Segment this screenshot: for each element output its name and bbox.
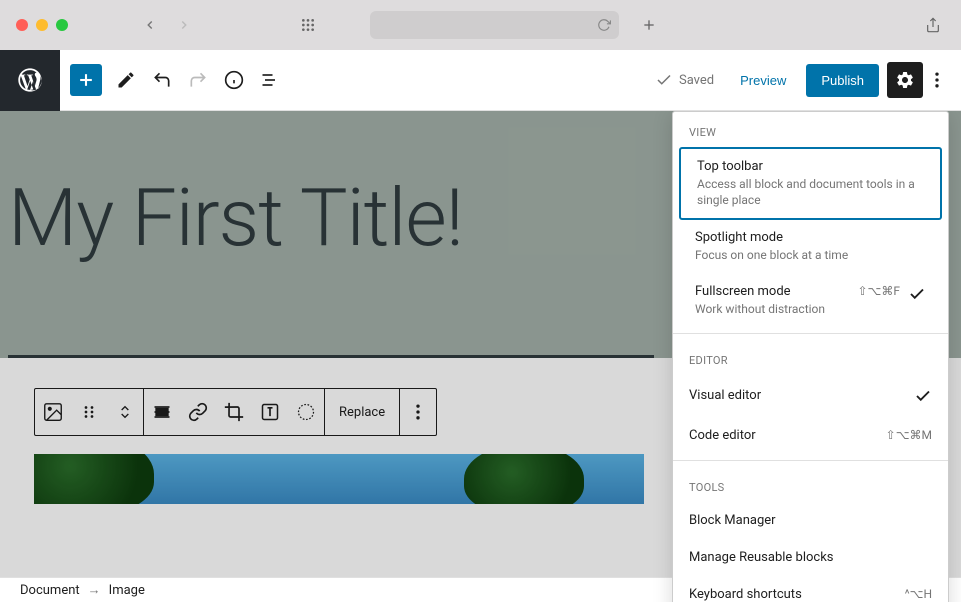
- menu-item-title: Fullscreen mode: [695, 284, 849, 299]
- browser-back-button[interactable]: [138, 13, 162, 37]
- block-type-icon[interactable]: [35, 389, 71, 435]
- move-up-down-icon[interactable]: [107, 389, 143, 435]
- saved-label: Saved: [679, 73, 714, 88]
- menu-item-fullscreen-mode[interactable]: Fullscreen mode Work without distraction…: [679, 274, 942, 327]
- menu-item-keyboard-shortcuts[interactable]: Keyboard shortcuts ^⌥H: [673, 576, 948, 602]
- editor-section-label: EDITOR: [673, 340, 948, 375]
- share-button[interactable]: [921, 13, 945, 37]
- menu-item-block-manager[interactable]: Block Manager: [673, 502, 948, 539]
- breadcrumb-current[interactable]: Image: [109, 583, 145, 598]
- menu-item-desc: Work without distraction: [695, 301, 849, 317]
- menu-item-visual-editor[interactable]: Visual editor: [673, 375, 948, 417]
- image-block[interactable]: [34, 454, 644, 504]
- block-more-button[interactable]: [400, 389, 436, 435]
- browser-forward-button[interactable]: [172, 13, 196, 37]
- new-tab-button[interactable]: [637, 13, 661, 37]
- more-options-button[interactable]: [923, 62, 951, 98]
- block-toolbar: Replace: [34, 388, 437, 436]
- view-section-label: VIEW: [673, 112, 948, 147]
- url-bar[interactable]: [370, 11, 619, 39]
- menu-item-code-editor[interactable]: Code editor ⇧⌥⌘M: [673, 417, 948, 454]
- replace-button[interactable]: Replace: [325, 389, 399, 435]
- add-block-button[interactable]: [70, 64, 102, 96]
- menu-separator: [673, 460, 948, 461]
- info-button[interactable]: [216, 62, 252, 98]
- menu-item-desc: Access all block and document tools in a…: [697, 176, 924, 208]
- menu-item-title: Keyboard shortcuts: [689, 587, 905, 602]
- publish-button[interactable]: Publish: [806, 64, 879, 97]
- show-all-tabs-icon[interactable]: [296, 13, 320, 37]
- settings-button[interactable]: [887, 62, 923, 98]
- window-minimize[interactable]: [36, 19, 48, 31]
- text-overlay-button[interactable]: [252, 389, 288, 435]
- save-status: Saved: [655, 71, 714, 89]
- menu-separator: [673, 333, 948, 334]
- breadcrumb-root[interactable]: Document: [20, 583, 80, 598]
- menu-item-title: Visual editor: [689, 388, 914, 403]
- outline-button[interactable]: [252, 62, 288, 98]
- window-maximize[interactable]: [56, 19, 68, 31]
- crop-button[interactable]: [216, 389, 252, 435]
- window-close[interactable]: [16, 19, 28, 31]
- menu-item-shortcut: ^⌥H: [905, 587, 932, 601]
- window-controls: [16, 19, 68, 31]
- menu-item-shortcut: ⇧⌥⌘F: [857, 284, 900, 298]
- tools-section-label: TOOLS: [673, 467, 948, 502]
- menu-item-title: Block Manager: [689, 513, 932, 528]
- chevron-right-icon: →: [88, 582, 101, 598]
- editor-toolbar: Saved Preview Publish: [0, 50, 961, 111]
- menu-item-title: Code editor: [689, 428, 886, 443]
- reload-icon[interactable]: [597, 18, 611, 32]
- duotone-button[interactable]: [288, 389, 324, 435]
- drag-handle-icon[interactable]: [71, 389, 107, 435]
- align-button[interactable]: [144, 389, 180, 435]
- check-icon: [914, 386, 932, 406]
- edit-mode-button[interactable]: [108, 62, 144, 98]
- link-button[interactable]: [180, 389, 216, 435]
- menu-item-shortcut: ⇧⌥⌘M: [886, 428, 932, 442]
- check-icon: [908, 284, 926, 304]
- menu-item-reusable-blocks[interactable]: Manage Reusable blocks: [673, 539, 948, 576]
- wordpress-logo[interactable]: [0, 50, 60, 111]
- menu-item-title: Spotlight mode: [695, 230, 926, 245]
- menu-item-desc: Focus on one block at a time: [695, 247, 926, 263]
- check-icon: [655, 71, 673, 89]
- menu-item-title: Top toolbar: [697, 159, 924, 174]
- preview-button[interactable]: Preview: [728, 65, 798, 96]
- undo-button[interactable]: [144, 62, 180, 98]
- browser-chrome: [0, 0, 961, 50]
- menu-item-spotlight-mode[interactable]: Spotlight mode Focus on one block at a t…: [679, 220, 942, 273]
- more-options-menu: VIEW Top toolbar Access all block and do…: [672, 111, 949, 602]
- menu-item-title: Manage Reusable blocks: [689, 550, 932, 565]
- menu-item-top-toolbar[interactable]: Top toolbar Access all block and documen…: [679, 147, 942, 220]
- redo-button[interactable]: [180, 62, 216, 98]
